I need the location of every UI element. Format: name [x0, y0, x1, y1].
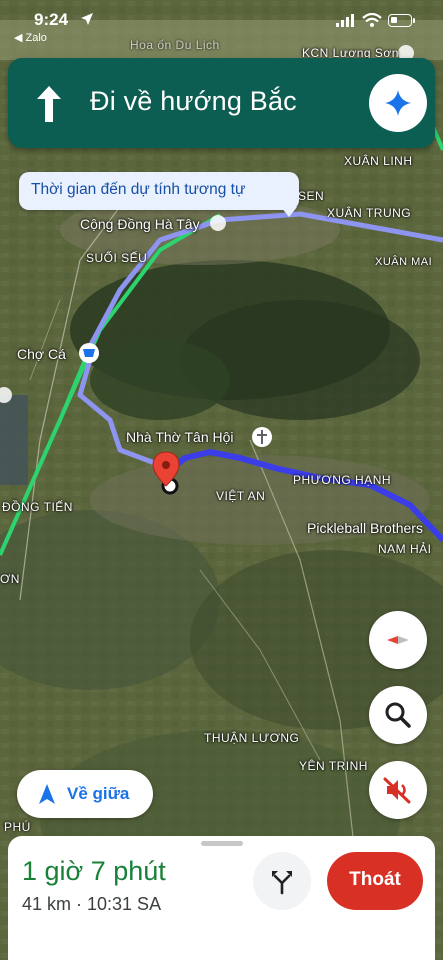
exit-label: Thoát: [349, 869, 401, 890]
route-eta-tooltip[interactable]: Thời gian đến dự tính tương tự: [19, 172, 299, 217]
assistant-button[interactable]: [369, 74, 427, 132]
volume-muted-icon: [383, 777, 411, 804]
map-label: SEN: [298, 189, 325, 203]
trip-summary-sheet[interactable]: 1 giờ 7 phút 41 km · 10:31 SA Thoát: [8, 836, 435, 960]
map-label: Nhà Thờ Tân Hội: [126, 429, 234, 445]
search-along-route-button[interactable]: [369, 686, 427, 744]
map-label: ĐỒNG TIẾN: [2, 500, 73, 514]
compass-icon: [387, 636, 409, 644]
map-label: THUẬN LƯƠNG: [204, 731, 300, 745]
map-label: XUÂN LINH: [344, 154, 413, 168]
location-arrow-icon: [81, 13, 93, 25]
navigation-instruction-banner[interactable]: Đi về hướng Bắc: [8, 58, 435, 148]
exit-navigation-button[interactable]: Thoát: [327, 852, 423, 910]
sheet-drag-handle[interactable]: [201, 841, 243, 846]
map-label: XUÂN MAI: [375, 256, 433, 268]
status-bar: 9:24 ◀ Zalo: [0, 0, 443, 48]
wifi-icon: [362, 13, 382, 27]
tooltip-text: Thời gian đến dự tính tương tự: [31, 181, 246, 198]
map-label: XUÂN TRUNG: [327, 206, 412, 220]
map-label: VIỆT AN: [216, 489, 266, 503]
map-label: ƠN: [0, 572, 20, 586]
clock: 9:24: [34, 10, 69, 29]
search-icon: [385, 702, 411, 728]
recenter-label: Về giữa: [67, 784, 130, 803]
compass-button[interactable]: [369, 611, 427, 669]
navigation-arrow-icon: [39, 784, 55, 804]
map-label: Hoa ốn Du Lịch: [130, 38, 220, 52]
map-label: Pickleball Brothers: [307, 520, 423, 536]
direction-instruction: Đi về hướng Bắc: [90, 86, 297, 116]
sparkle-icon: [385, 90, 411, 116]
battery-icon: [388, 14, 415, 27]
map-label: YÊN TRINH: [299, 759, 368, 773]
cellular-signal-icon: [336, 14, 354, 27]
route-fork-icon: [272, 871, 292, 895]
map-label: PHÚ: [4, 820, 31, 834]
eta-duration: 1 giờ 7 phút: [22, 856, 166, 886]
map-label: Chợ Cá: [17, 346, 66, 362]
map-label: NAM HẢI: [378, 542, 432, 556]
map-label: SUỐI SẾU: [86, 251, 148, 265]
alternate-routes-button[interactable]: [253, 852, 311, 910]
map-label: Cộng Đồng Hà Tây: [80, 216, 200, 232]
back-to-app-link[interactable]: ◀ Zalo: [14, 31, 47, 44]
map-label: PHƯƠNG HẠNH: [293, 473, 392, 487]
arrow-up-icon: [37, 86, 61, 122]
mute-button[interactable]: [369, 761, 427, 819]
distance-arrival-time: 41 km · 10:31 SA: [22, 894, 162, 914]
recenter-button[interactable]: Về giữa: [17, 770, 153, 818]
